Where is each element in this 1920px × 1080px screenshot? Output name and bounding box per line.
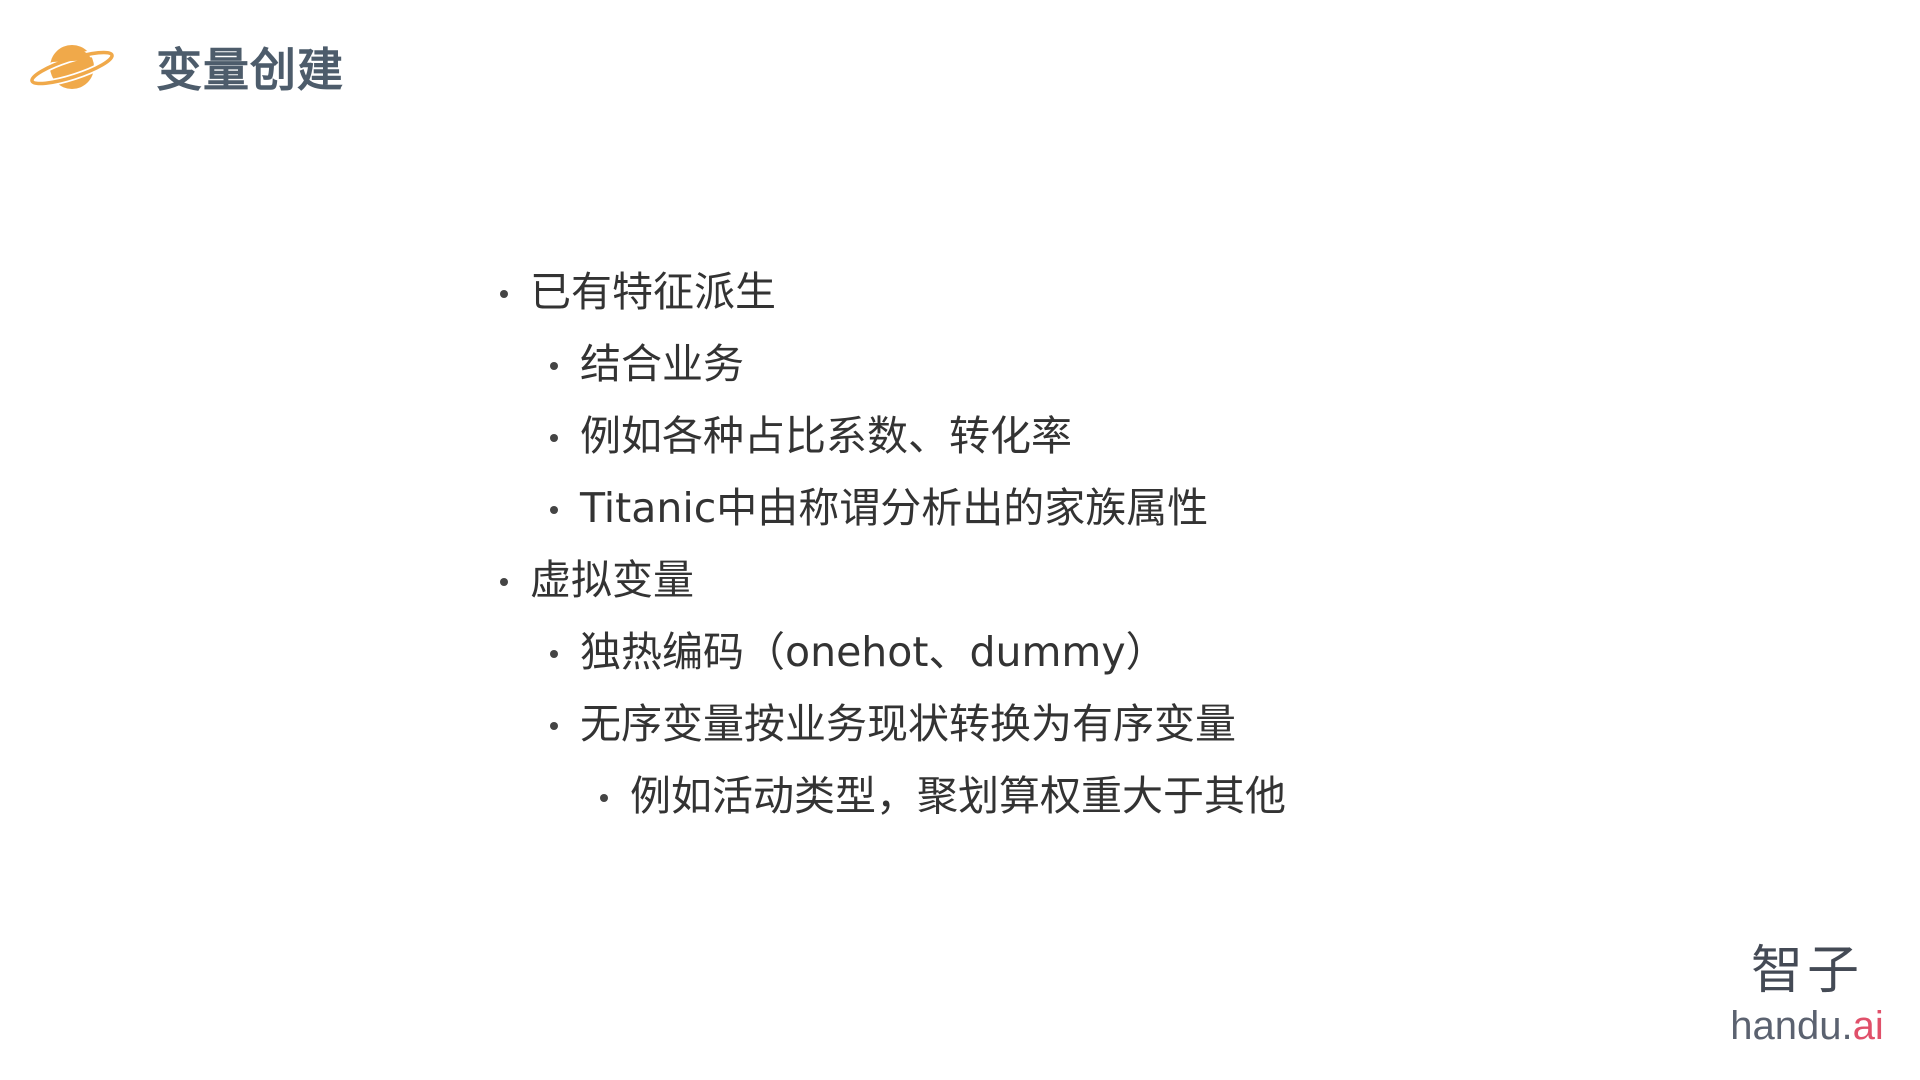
bullet-item: 例如各种占比系数、转化率 [550,406,1286,478]
brand-domain-prefix: handu. [1730,1004,1853,1048]
slide-title: 变量创建 [156,43,344,97]
bullet-item: 独热编码（onehot、dummy） [550,622,1286,694]
bullet-text: 例如各种占比系数、转化率 [580,412,1072,460]
slide-header: 变量创建 [28,36,344,98]
brand-domain-suffix: ai [1852,1004,1884,1048]
bullet-item: Titanic中由称谓分析出的家族属性 [550,478,1286,550]
bullet-text: 独热编码（onehot、dummy） [580,628,1167,676]
bullet-text: 例如活动类型，聚划算权重大于其他 [630,772,1286,820]
bullet-list: 已有特征派生 结合业务 例如各种占比系数、转化率 Titanic中由称谓分析出的… [500,262,1286,838]
bullet-item: 结合业务 [550,334,1286,406]
bullet-item: 虚拟变量 [500,550,1286,622]
brand-logo: 智子 handu.ai [1722,940,1892,1050]
planet-icon [28,45,116,89]
bullet-item: 例如活动类型，聚划算权重大于其他 [600,766,1286,838]
bullet-item: 已有特征派生 [500,262,1286,334]
bullet-item: 无序变量按业务现状转换为有序变量 [550,694,1286,766]
bullet-text: 无序变量按业务现状转换为有序变量 [580,700,1236,748]
bullet-text: 结合业务 [580,340,744,388]
bullet-text: 虚拟变量 [530,556,694,604]
bullet-text: 已有特征派生 [530,268,776,316]
bullet-text: Titanic中由称谓分析出的家族属性 [580,484,1209,532]
brand-logo-cn: 智子 [1750,941,1863,1001]
brand-logo-en: handu.ai [1722,1002,1892,1050]
